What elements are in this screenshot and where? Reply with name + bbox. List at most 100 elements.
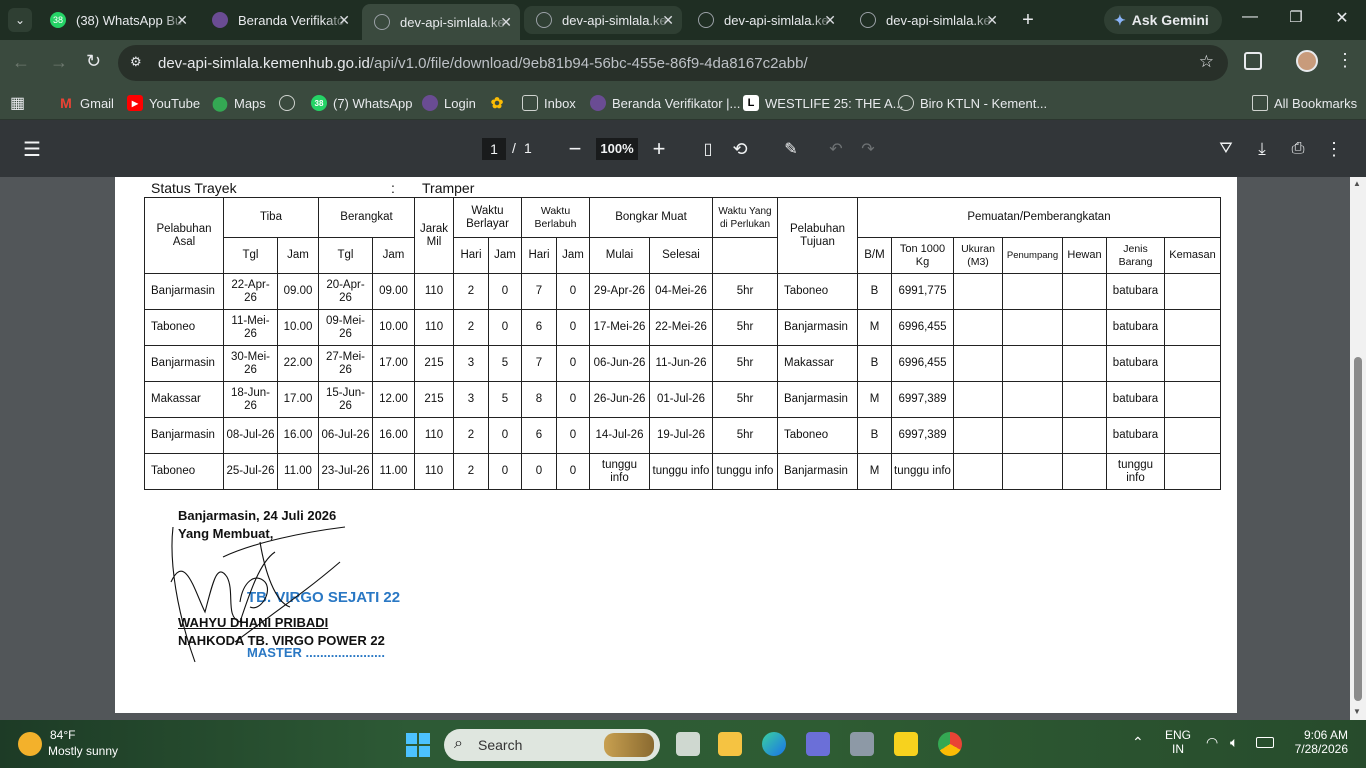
- drive-save-icon[interactable]: ⛛: [1213, 136, 1239, 162]
- cell-ton: 6996,455: [891, 345, 954, 382]
- avatar[interactable]: [1296, 50, 1318, 72]
- bookmark-login[interactable]: Login: [422, 92, 476, 114]
- bookmark-beranda[interactable]: Beranda Verifikator |...: [590, 92, 740, 114]
- file-explorer-icon[interactable]: [718, 732, 742, 756]
- youtube-icon: ▶: [127, 95, 143, 111]
- star-icon[interactable]: ☆: [1199, 52, 1214, 72]
- clock[interactable]: 9:06 AM 7/28/2026: [1288, 728, 1348, 756]
- bookmarks-bar: ▦ M Gmail ▶ YouTube ⬤ Maps 38 (7) WhatsApp L…: [0, 86, 1366, 120]
- header-selesai: Selesai: [649, 237, 713, 274]
- camera-icon[interactable]: [850, 732, 874, 756]
- header-jam: Jam: [372, 237, 415, 274]
- all-bookmarks[interactable]: All Bookmarks: [1252, 92, 1357, 114]
- zoom-input[interactable]: 100%: [596, 138, 638, 160]
- cell-penumpang: [1002, 309, 1063, 346]
- ask-gemini-button[interactable]: ✦ Ask Gemini: [1104, 6, 1222, 34]
- header-jarak-mil: Jarak Mil: [414, 197, 454, 274]
- minimize-button[interactable]: —: [1238, 8, 1262, 32]
- battery-icon[interactable]: [1256, 737, 1274, 748]
- site-info-icon[interactable]: ⚙: [130, 54, 142, 70]
- chevron-down-icon: ⌄: [14, 13, 26, 27]
- bookmark-westlife[interactable]: L WESTLIFE 25: THE A...: [743, 92, 903, 114]
- redo-icon[interactable]: ↷: [855, 136, 881, 162]
- address-bar[interactable]: ⚙ dev-api-simlala.kemenhub.go.id/api/v1.…: [118, 45, 1228, 81]
- close-icon[interactable]: ✕: [986, 12, 998, 29]
- more-options-icon[interactable]: ⋮: [1321, 136, 1347, 162]
- cell-berangkat-tgl: 09-Mei-26: [318, 309, 373, 346]
- app-icon[interactable]: [806, 732, 830, 756]
- zoom-in-button[interactable]: +: [646, 136, 672, 162]
- lang-indicator[interactable]: ENG IN: [1165, 728, 1191, 756]
- cell-kemasan: [1164, 345, 1221, 382]
- apps-icon[interactable]: ▦: [10, 92, 25, 114]
- tab-whatsapp[interactable]: 38 (38) WhatsApp Bu ✕: [38, 6, 196, 34]
- bookmark-photos[interactable]: ✿: [489, 92, 511, 114]
- undo-icon[interactable]: ↶: [823, 136, 849, 162]
- tab-simlala[interactable]: dev-api-simlala.ke ✕: [686, 6, 844, 34]
- tab-simlala-active[interactable]: dev-api-simlala.ke ✕: [362, 4, 520, 40]
- pdf-viewer[interactable]: Status Trayek : Tramper Pelabuhan Asal T…: [0, 177, 1366, 720]
- cell-jenis-barang: batubara: [1106, 417, 1165, 454]
- tab-beranda[interactable]: Beranda Verifikato ✕: [200, 6, 358, 34]
- edge-icon[interactable]: [762, 732, 786, 756]
- bookmark-youtube[interactable]: ▶ YouTube: [127, 92, 200, 114]
- task-view-icon[interactable]: [676, 732, 700, 756]
- weather-temp[interactable]: 84°F: [50, 728, 75, 742]
- bookmark-globe[interactable]: [279, 92, 301, 114]
- close-icon[interactable]: ✕: [338, 12, 350, 29]
- restore-button[interactable]: ❐: [1284, 8, 1308, 32]
- more-menu-icon[interactable]: ⋮: [1336, 50, 1354, 71]
- cell-berlabuh-hari: 6: [521, 417, 557, 454]
- weather-icon[interactable]: [18, 732, 42, 756]
- forward-button[interactable]: →: [50, 52, 68, 73]
- cell-bm: M: [857, 309, 892, 346]
- close-icon[interactable]: ✕: [500, 14, 512, 31]
- annotate-icon[interactable]: ✎: [778, 136, 804, 162]
- scroll-down-icon[interactable]: ▼: [1353, 707, 1361, 716]
- zoom-out-button[interactable]: −: [562, 136, 588, 162]
- pdf-scrollbar[interactable]: ▲ ▼: [1350, 177, 1366, 720]
- fit-page-icon[interactable]: ▯: [695, 136, 721, 162]
- reload-button[interactable]: ↻: [86, 51, 101, 72]
- bookmark-whatsapp[interactable]: 38 (7) WhatsApp: [311, 92, 412, 114]
- scroll-up-icon[interactable]: ▲: [1353, 179, 1361, 188]
- cell-jarak-mil: 110: [414, 417, 454, 454]
- chrome-icon[interactable]: [938, 732, 962, 756]
- volume-icon[interactable]: 🔈︎: [1230, 734, 1238, 751]
- cell-hewan: [1062, 417, 1107, 454]
- cell-tiba-tgl: 22-Apr-26: [223, 273, 278, 310]
- cell-kemasan: [1164, 417, 1221, 454]
- download-icon[interactable]: ⤓: [1249, 136, 1275, 162]
- menu-icon[interactable]: ☰: [19, 136, 45, 162]
- close-icon[interactable]: ✕: [824, 12, 836, 29]
- close-icon[interactable]: ✕: [662, 12, 674, 29]
- rotate-icon[interactable]: ⟲: [727, 136, 753, 162]
- sticky-notes-icon[interactable]: [894, 732, 918, 756]
- weather-desc[interactable]: Mostly sunny: [48, 744, 118, 758]
- bookmark-biro-ktln[interactable]: Biro KTLN - Kement...: [898, 92, 1047, 114]
- new-tab-button[interactable]: +: [1016, 8, 1040, 32]
- tab-simlala[interactable]: dev-api-simlala.ke ✕: [524, 6, 682, 34]
- photos-icon: ✿: [490, 95, 504, 112]
- wifi-icon[interactable]: ◠: [1206, 734, 1218, 751]
- back-button[interactable]: ←: [12, 52, 30, 73]
- cell-ukuran: [953, 309, 1003, 346]
- chevron-up-icon[interactable]: ⌃: [1132, 734, 1144, 751]
- extensions-icon[interactable]: [1244, 52, 1262, 70]
- windows-start-icon[interactable]: [406, 733, 430, 757]
- close-window-button[interactable]: ✕: [1330, 8, 1354, 32]
- globe-icon: [279, 95, 295, 111]
- taskbar-search[interactable]: ⌕ Search: [444, 729, 660, 761]
- bookmark-inbox[interactable]: Inbox: [522, 92, 576, 114]
- tab-simlala[interactable]: dev-api-simlala.ke ✕: [848, 6, 1006, 34]
- cell-berlayar-hari: 2: [453, 453, 489, 490]
- print-icon[interactable]: ⎙: [1285, 136, 1311, 162]
- bookmark-gmail[interactable]: M Gmail: [58, 92, 114, 114]
- tab-search-button[interactable]: ⌄: [8, 8, 32, 32]
- page-number-input[interactable]: 1: [482, 138, 506, 160]
- bookmark-maps[interactable]: ⬤ Maps: [212, 92, 266, 114]
- scrollbar-thumb[interactable]: [1354, 357, 1362, 701]
- cell-tiba-jam: 10.00: [277, 309, 319, 346]
- header-jam: Jam: [556, 237, 590, 274]
- close-icon[interactable]: ✕: [176, 12, 188, 29]
